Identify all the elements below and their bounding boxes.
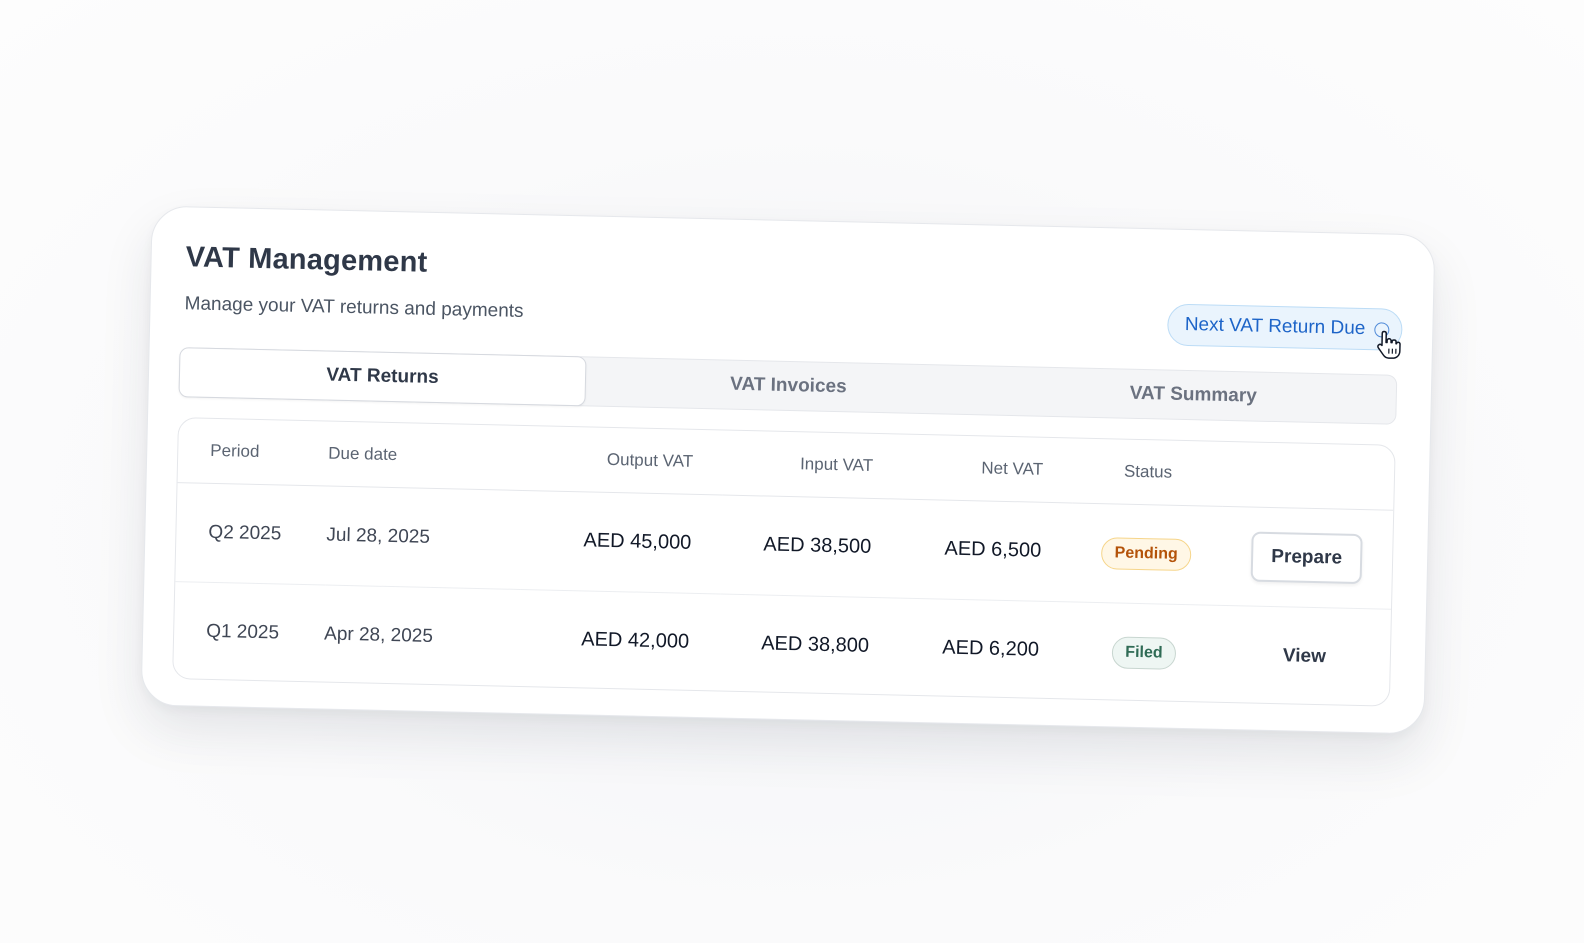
vat-tabs: VAT Returns VAT Invoices VAT Summary [178, 347, 1398, 425]
cell-due-date: Jul 28, 2025 [325, 485, 523, 589]
prepare-button[interactable]: Prepare [1250, 531, 1363, 584]
column-header-output-vat: Output VAT [522, 425, 724, 495]
page-background: VAT Management Manage your VAT returns a… [0, 0, 1584, 943]
cell-period: Q2 2025 [175, 482, 328, 585]
next-vat-return-due-button[interactable]: Next VAT Return Due [1167, 303, 1403, 359]
pointer-cursor-icon [1377, 330, 1401, 359]
cell-period: Q1 2025 [205, 620, 280, 644]
cell-input-vat: AED 38,800 [760, 632, 870, 658]
tab-vat-summary[interactable]: VAT Summary [990, 367, 1396, 424]
next-vat-return-due-label: Next VAT Return Due [1184, 313, 1366, 340]
column-header-input-vat: Input VAT [722, 430, 904, 499]
view-button[interactable]: View [1266, 635, 1342, 679]
cell-status: Filed [1068, 601, 1220, 703]
vat-returns-table: Period Due date Output VAT Input VAT Net… [172, 417, 1396, 707]
cell-status: Pending [1070, 502, 1223, 605]
tab-vat-returns[interactable]: VAT Returns [178, 347, 587, 407]
column-header-period: Period [177, 418, 329, 486]
cell-due-date: Apr 28, 2025 [323, 623, 434, 647]
tab-vat-invoices[interactable]: VAT Invoices [585, 357, 991, 414]
column-header-due-date: Due date [327, 421, 524, 490]
cell-output-vat: AED 42,000 [580, 628, 690, 654]
status-badge: Pending [1101, 536, 1192, 571]
column-header-actions [1222, 441, 1395, 510]
cell-action: View [1218, 605, 1391, 707]
cell-input-vat: AED 38,500 [720, 494, 903, 598]
cell-net-vat: AED 6,500 [900, 498, 1073, 602]
status-badge: Filed [1111, 636, 1176, 670]
page-title: VAT Management [185, 241, 428, 279]
cell-output-vat: AED 45,000 [520, 489, 723, 594]
cell-net-vat: AED 6,200 [942, 636, 1040, 661]
vat-management-card: VAT Management Manage your VAT returns a… [140, 205, 1436, 735]
column-header-status: Status [1072, 438, 1224, 506]
column-header-net-vat: Net VAT [902, 434, 1074, 503]
cell-action: Prepare [1220, 505, 1394, 609]
page-subtitle: Manage your VAT returns and payments [184, 293, 524, 322]
